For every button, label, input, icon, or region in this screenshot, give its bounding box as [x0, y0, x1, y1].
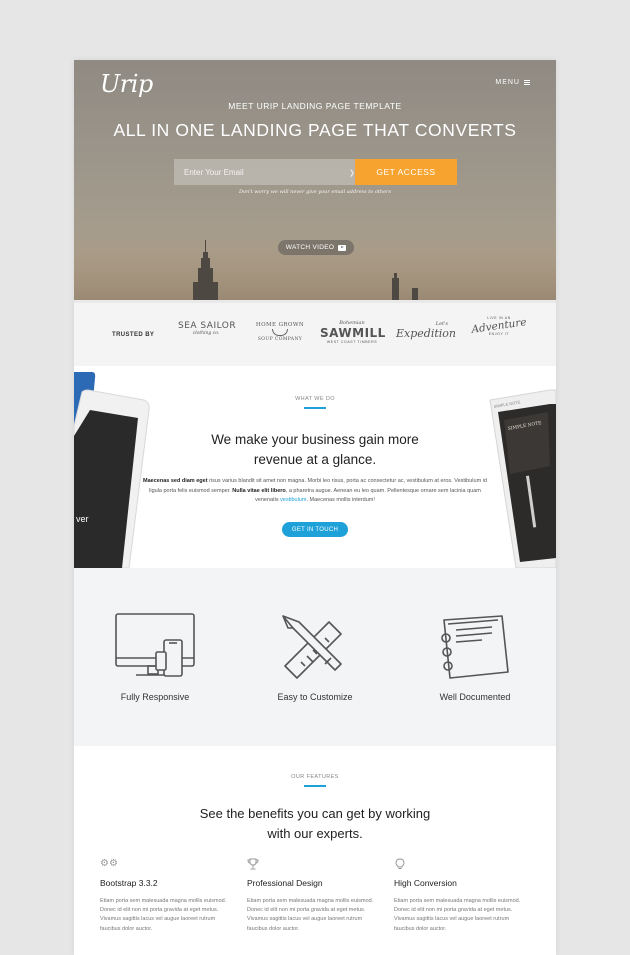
- section-divider: [304, 407, 326, 409]
- chevron-right-icon: ❯: [349, 170, 355, 177]
- gears-icon: ⚙⚙: [100, 858, 118, 869]
- menu-button[interactable]: MENU: [495, 79, 530, 86]
- tablet-mockup-right: SIMPLE NOTE SIMPLE NOTE: [489, 389, 556, 568]
- get-in-touch-button[interactable]: GET IN TOUCH: [282, 522, 348, 537]
- pencil-ruler-icon: [282, 615, 342, 679]
- hero-title: ALL IN ONE LANDING PAGE THAT CONVERTS: [113, 120, 517, 140]
- feature-title: Professional Design: [247, 878, 323, 888]
- trophy-icon: [247, 858, 379, 870]
- feature-title: Bootstrap 3.3.2: [100, 878, 158, 888]
- benefit-fully-responsive: Fully Responsive: [90, 612, 220, 702]
- lightbulb-icon: [394, 858, 526, 870]
- feature-body: Etiam porta sem malesuada magna mollis e…: [100, 898, 227, 932]
- feature-column-professional-design: Professional Design Etiam porta sem male…: [247, 858, 379, 934]
- body-link[interactable]: vestibulum: [280, 497, 306, 503]
- feature-column-high-conversion: High Conversion Etiam porta sem malesuad…: [394, 858, 526, 934]
- benefit-well-documented: Well Documented: [410, 612, 540, 702]
- benefits-row: Fully Responsive Easy to Customize Well …: [74, 568, 556, 746]
- feature-body: Etiam porta sem malesuada magna mollis e…: [247, 898, 374, 932]
- hero-section: Urip MENU MEET URIP LANDING PAGE TEMPLAT…: [74, 60, 556, 300]
- feature-body: Etiam porta sem malesuada magna mollis e…: [394, 898, 521, 932]
- trusted-by-section: TRUSTED BY SEA SAILOR clothing co. HOME …: [74, 300, 556, 366]
- feature-column-bootstrap: ⚙⚙ Bootstrap 3.3.2 Etiam porta sem males…: [100, 858, 232, 934]
- watch-video-label: WATCH VIDEO: [285, 244, 335, 251]
- brand-logo-sawmill: Bohemian SAWMILL WEST COAST TIMBERS: [320, 320, 386, 344]
- section-title: See the benefits you can get by working …: [199, 806, 431, 841]
- benefit-label: Fully Responsive: [120, 692, 190, 702]
- brand-logo-sea-sailor: SEA SAILOR clothing co.: [178, 321, 237, 336]
- section-divider: [304, 785, 326, 787]
- our-features-section: OUR FEATURES See the benefits you can ge…: [74, 746, 556, 955]
- monitor-devices-icon: [115, 613, 195, 677]
- section-title: We make your business gain more revenue …: [211, 432, 419, 467]
- section-body: Maecenas sed diam eget risus varius blan…: [143, 478, 487, 503]
- benefit-label: Easy to Customize: [277, 692, 353, 702]
- watch-video-button[interactable]: WATCH VIDEO: [278, 240, 354, 255]
- privacy-note: Don't worry we will never give your emai…: [238, 189, 392, 195]
- section-kicker: OUR FEATURES: [291, 774, 339, 780]
- what-we-do-section: ver WHAT WE DO We make your business gai…: [74, 366, 556, 568]
- benefit-easy-to-customize: Easy to Customize: [250, 612, 380, 702]
- menu-label: MENU: [495, 79, 520, 86]
- tablet-screen-text: ver: [76, 514, 89, 524]
- notebook-icon: [441, 615, 509, 679]
- email-input[interactable]: [174, 159, 355, 185]
- landing-page: Urip MENU MEET URIP LANDING PAGE TEMPLAT…: [74, 60, 556, 955]
- hamburger-icon: [524, 80, 530, 85]
- benefit-label: Well Documented: [439, 692, 511, 702]
- brand-logo-expedition: Let's Expedition: [396, 321, 456, 340]
- brand-logo-adventure: LIVE IN AN Adventure ENJOY IT: [470, 316, 528, 336]
- hero-kicker: MEET URIP LANDING PAGE TEMPLATE: [228, 101, 402, 111]
- play-icon: [338, 244, 347, 251]
- logo[interactable]: Urip: [100, 70, 153, 98]
- trusted-by-label: TRUSTED BY: [112, 332, 155, 338]
- brand-logo-home-grown: HOME GROWN SOUP COMPANY: [255, 322, 305, 342]
- bowl-icon: [272, 329, 288, 336]
- get-access-button[interactable]: GET ACCESS: [355, 159, 457, 185]
- feature-title: High Conversion: [394, 878, 457, 888]
